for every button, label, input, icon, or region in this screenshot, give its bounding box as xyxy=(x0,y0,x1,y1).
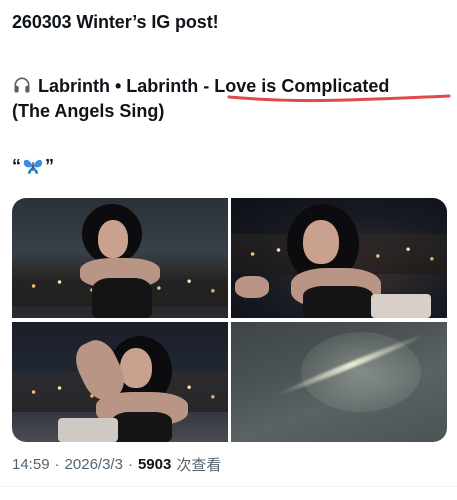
song-title: Love is Complicated xyxy=(214,76,390,96)
photo-3[interactable] xyxy=(12,322,228,442)
hand xyxy=(235,276,269,298)
post-title: 260303 Winter’s IG post! xyxy=(12,12,219,32)
top xyxy=(112,412,172,442)
table xyxy=(371,294,431,318)
meta-separator: · xyxy=(54,456,60,473)
views-count[interactable]: 5903 xyxy=(138,456,171,473)
quote-close: ” xyxy=(45,156,54,176)
butterfly-icon xyxy=(23,159,43,174)
post-date: 2026/3/3 xyxy=(64,456,123,473)
post-meta: 14:59 · 2026/3/3 · 5903 次查看 xyxy=(12,454,221,475)
photo-4[interactable] xyxy=(231,322,447,442)
views-label: 次查看 xyxy=(176,457,222,474)
divider xyxy=(0,486,457,487)
tweet: 260303 Winter’s IG post! Labrinth • Labr… xyxy=(12,10,451,474)
song-subtitle: (The Angels Sing) xyxy=(12,101,165,121)
top xyxy=(303,286,373,318)
quote-open: “ xyxy=(12,156,21,176)
face xyxy=(98,220,128,258)
photo-2[interactable] xyxy=(231,198,447,318)
song-line: Labrinth • Labrinth - Love is Complicate… xyxy=(12,74,452,124)
table xyxy=(58,418,118,442)
quote-line: “ ” xyxy=(12,154,54,178)
face xyxy=(303,220,339,264)
headphones-icon xyxy=(14,77,30,93)
top xyxy=(92,278,152,318)
media-grid xyxy=(12,198,447,442)
song-artist: Labrinth • Labrinth - xyxy=(38,76,215,96)
post-time: 14:59 xyxy=(12,456,50,473)
photo-1[interactable] xyxy=(12,198,228,318)
face xyxy=(120,348,152,388)
meta-separator: · xyxy=(127,456,133,473)
